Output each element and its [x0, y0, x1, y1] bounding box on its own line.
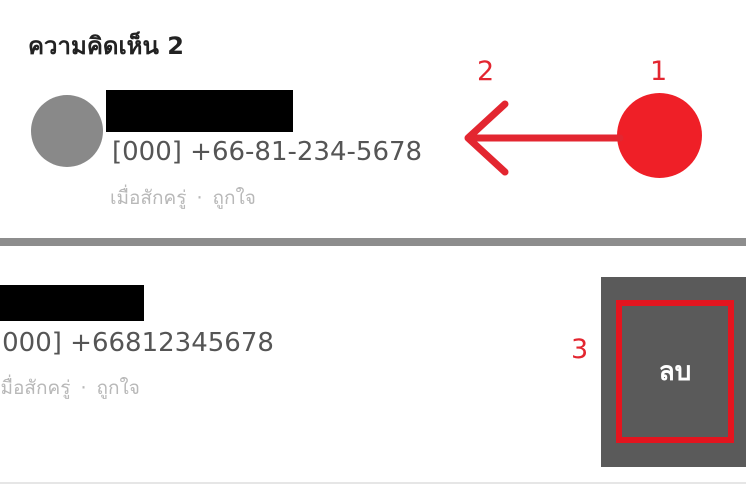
comment-text: [000] +66812345678 — [0, 328, 274, 358]
comment-text: [000] +66-81-234-5678 — [112, 137, 423, 167]
annotation-step-1: 1 — [650, 56, 668, 87]
meta-separator: · — [80, 377, 87, 399]
avatar[interactable] — [31, 95, 103, 167]
redacted-username — [0, 285, 144, 321]
comments-screen: ความคิดเห็น 2 [000] +66-81-234-5678 เมื่… — [0, 0, 746, 484]
annotation-step-2: 2 — [477, 56, 495, 87]
comment-meta: เมื่อสักครู่ · ถูกใจ — [110, 183, 256, 213]
comment-timestamp: เมื่อสักครู่ — [110, 187, 187, 209]
swipe-left-arrow-icon — [464, 100, 624, 176]
comment-meta: เมื่อสักครู่ · ถูกใจ — [0, 373, 140, 403]
like-link[interactable]: ถูกใจ — [97, 377, 140, 399]
section-divider — [0, 238, 746, 246]
like-link[interactable]: ถูกใจ — [213, 187, 256, 209]
redacted-username — [106, 90, 293, 132]
annotation-step-3: 3 — [571, 334, 589, 365]
meta-separator: · — [196, 187, 203, 209]
comments-heading: ความคิดเห็น 2 — [28, 32, 184, 60]
comment-timestamp: เมื่อสักครู่ — [0, 377, 71, 399]
delete-button[interactable]: ลบ — [616, 300, 734, 443]
